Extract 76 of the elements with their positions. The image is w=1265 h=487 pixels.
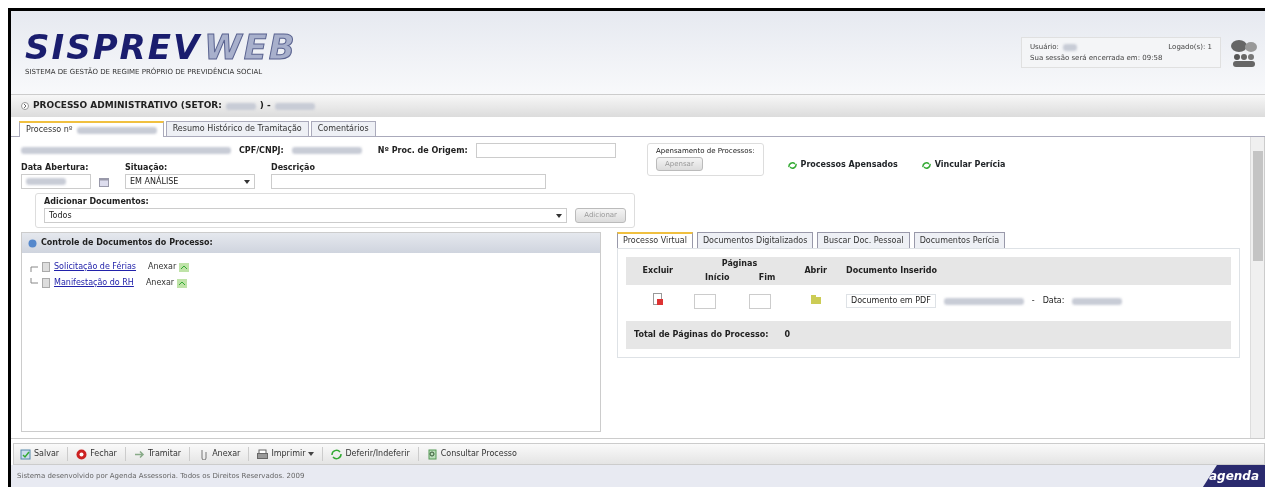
- upload-icon: [177, 278, 188, 288]
- panel-title: Controle de Documentos do Processo:: [41, 237, 213, 249]
- document-image-alt: Documento em PDF: [846, 294, 936, 308]
- search-icon: [426, 448, 438, 460]
- redacted-text: [274, 102, 315, 110]
- document-link[interactable]: Manifestação do RH: [54, 277, 134, 289]
- field-label: Data Abertura:: [21, 162, 90, 174]
- attach-button[interactable]: Anexar: [145, 277, 188, 289]
- total-label: Total de Páginas do Processo:: [634, 329, 769, 341]
- tab[interactable]: Processo Virtual: [617, 232, 693, 248]
- logo-text: SISPREV: [25, 27, 202, 68]
- column-header: Excluir: [626, 257, 690, 285]
- toolbar-button[interactable]: Anexar: [198, 448, 241, 460]
- link[interactable]: Processos Apensados: [787, 159, 898, 171]
- column-header: Páginas: [689, 257, 790, 271]
- page-field[interactable]: [693, 293, 716, 309]
- upload-icon: [179, 262, 190, 272]
- redacted-text: [26, 178, 66, 185]
- total-value: 0: [784, 329, 790, 341]
- redacted-text: [1072, 297, 1123, 305]
- link[interactable]: Vincular Perícia: [921, 159, 1006, 171]
- column-header: Fim: [744, 271, 790, 285]
- arrow-icon: [133, 448, 145, 460]
- expand-icon: [21, 102, 29, 110]
- document-delete-icon: [652, 293, 663, 305]
- origin-number-field[interactable]: [475, 143, 616, 158]
- toolbar-button[interactable]: Consultar Processo: [426, 448, 517, 460]
- separator-text: -: [1031, 295, 1035, 307]
- description-field[interactable]: [271, 174, 546, 189]
- column-header: Abrir: [789, 257, 843, 285]
- attach-button[interactable]: Anexar: [148, 261, 190, 273]
- toolbar-button[interactable]: Tramitar: [133, 448, 182, 460]
- users-icon: [1229, 37, 1259, 68]
- refresh-icon: [787, 160, 797, 170]
- open-button[interactable]: [810, 294, 821, 304]
- dropdown-arrow-icon: [244, 179, 250, 184]
- refresh-icon: [331, 448, 343, 460]
- redacted-text: [1062, 43, 1077, 51]
- document-link[interactable]: Solicitação de Férias: [54, 261, 137, 273]
- save-icon: [20, 448, 31, 460]
- calendar-icon: [99, 176, 109, 187]
- redacted-text: [225, 102, 256, 110]
- toolbar-button[interactable]: Salvar: [20, 448, 60, 460]
- page-field[interactable]: [748, 293, 771, 309]
- dropdown-arrow-icon: [556, 213, 563, 218]
- tab[interactable]: Buscar Doc. Pessoal: [817, 232, 910, 248]
- field-label: CPF/CNPJ:: [239, 144, 284, 157]
- info-icon: [28, 238, 37, 248]
- toolbar-button[interactable]: Deferir/Indeferir: [331, 448, 410, 460]
- folder-icon: [810, 294, 821, 304]
- field-label: Situação:: [125, 162, 169, 174]
- status-select[interactable]: EM ANÁLISE: [125, 174, 255, 189]
- field-label: Descrição: [271, 162, 316, 174]
- column-header: Início: [689, 271, 745, 285]
- toolbar-button[interactable]: Imprimir: [257, 448, 315, 460]
- date-field[interactable]: [21, 174, 91, 189]
- footer-logo: agenda: [1202, 465, 1265, 487]
- logo-text: WEB: [204, 27, 297, 68]
- page-title: PROCESSO ADMINISTRATIVO (SETOR:: [33, 99, 222, 113]
- tab[interactable]: Processo nº: [19, 121, 164, 137]
- column-header: Documento Inserido: [842, 257, 1231, 285]
- tab[interactable]: Documentos Perícia: [913, 232, 1006, 248]
- delete-button[interactable]: [652, 293, 663, 305]
- tab[interactable]: Comentários: [310, 121, 376, 136]
- tab[interactable]: Resumo Histórico de Tramitação: [165, 121, 309, 136]
- redacted-text: [291, 147, 362, 154]
- toolbar-button[interactable]: Fechar: [76, 448, 117, 460]
- refresh-icon: [921, 160, 931, 170]
- paperclip-icon: [198, 448, 210, 460]
- group-legend: Adicionar Documentos:: [44, 196, 626, 208]
- page-title: ) -: [259, 99, 271, 113]
- tab[interactable]: Documentos Digitalizados: [696, 232, 814, 248]
- field-label: Nº Proc. de Origem:: [377, 144, 468, 157]
- close-icon: [76, 448, 88, 460]
- printer-icon: [257, 448, 269, 460]
- date-label: Data:: [1042, 295, 1065, 307]
